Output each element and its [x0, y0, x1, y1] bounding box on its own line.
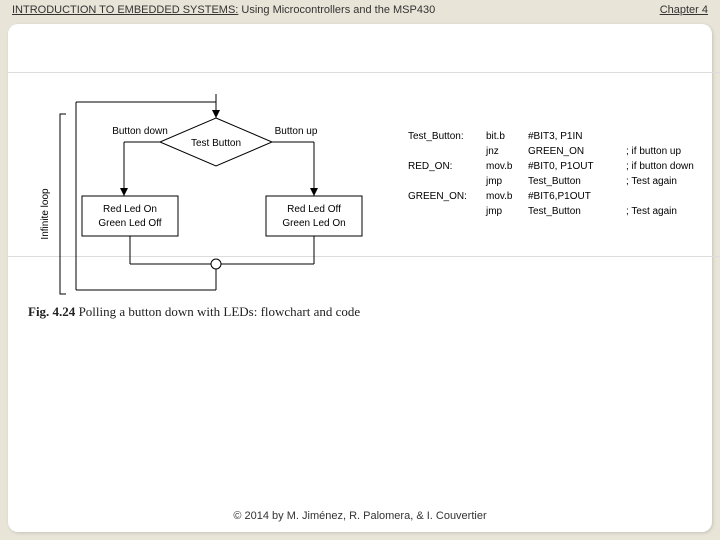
divider-top — [8, 72, 720, 73]
book-title-sub: Using Microcontrollers and the MSP430 — [238, 4, 435, 16]
code-row: RED_ON:mov.b#BIT0, P1OUT; if button down — [408, 159, 700, 174]
figure-caption-text: Polling a button down with LEDs: flowcha… — [75, 304, 360, 319]
arrowhead-entry — [212, 110, 220, 118]
code-table: Test_Button:bit.b#BIT3, P1IN jnzGREEN_ON… — [408, 129, 700, 219]
box-right-line1: Red Led Off — [287, 204, 341, 215]
branch-right-label: Button up — [275, 126, 318, 137]
bracket — [60, 114, 66, 294]
code-row: GREEN_ON:mov.b#BIT6,P1OUT — [408, 189, 700, 204]
code-row: jnzGREEN_ON; if button up — [408, 144, 700, 159]
box-right-line2: Green Led On — [282, 218, 345, 229]
figure-caption: Fig. 4.24 Polling a button down with LED… — [28, 304, 360, 320]
figure-number: Fig. 4.24 — [28, 304, 75, 319]
merge-node — [211, 259, 221, 269]
book-title: INTRODUCTION TO EMBEDDED SYSTEMS: Using … — [12, 4, 435, 16]
box-led-up — [266, 196, 362, 236]
code-row: jmpTest_Button; Test again — [408, 174, 700, 189]
branch-left-label: Button down — [112, 126, 168, 137]
chapter-label: Chapter 4 — [660, 4, 708, 16]
flowchart: Infinite loop Test Button Button down Bu… — [36, 84, 396, 314]
infinite-loop-label: Infinite loop — [40, 188, 51, 240]
code-row: jmpTest_Button; Test again — [408, 204, 700, 219]
box-left-line1: Red Led On — [103, 204, 157, 215]
slide-page: Infinite loop Test Button Button down Bu… — [8, 24, 712, 532]
book-title-main: INTRODUCTION TO EMBEDDED SYSTEMS: — [12, 4, 238, 16]
box-left-line2: Green Led Off — [98, 218, 161, 229]
code-row: Test_Button:bit.b#BIT3, P1IN — [408, 129, 700, 144]
arrowhead-right — [310, 188, 318, 196]
decision-label: Test Button — [191, 138, 241, 149]
arrowhead-left — [120, 188, 128, 196]
assembly-code: Test_Button:bit.b#BIT3, P1IN jnzGREEN_ON… — [408, 129, 718, 219]
copyright-footer: © 2014 by M. Jiménez, R. Palomera, & I. … — [8, 510, 712, 522]
box-led-down — [82, 196, 178, 236]
